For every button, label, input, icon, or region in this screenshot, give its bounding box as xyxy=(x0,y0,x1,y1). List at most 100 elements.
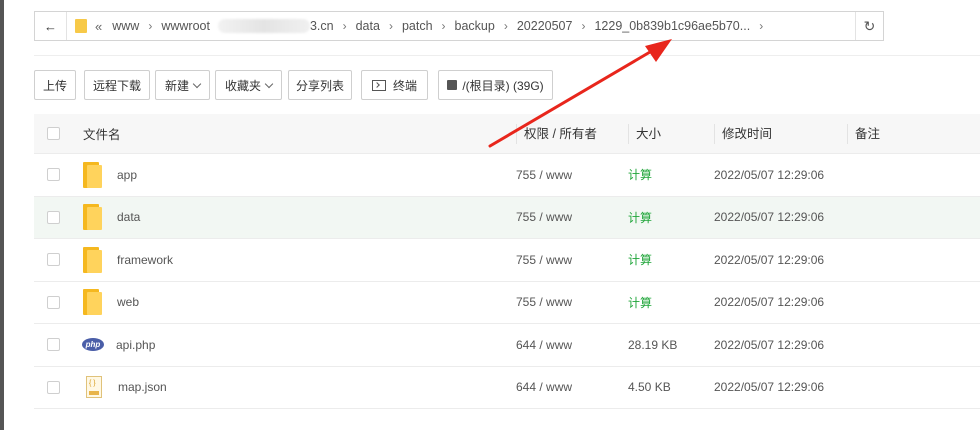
table-row[interactable]: php api.php 644 / www 28.19 KB 2022/05/07… xyxy=(34,324,980,367)
breadcrumb-item-current[interactable]: 1229_0b839b1c96ae5b70... xyxy=(594,19,750,33)
breadcrumb-item-patch[interactable]: patch xyxy=(402,19,433,33)
column-header-mtime[interactable]: 修改时间 xyxy=(714,123,847,145)
file-perm[interactable]: 755 / www xyxy=(516,295,628,309)
share-list-button[interactable]: 分享列表 xyxy=(288,70,352,100)
file-mtime: 2022/05/07 12:29:06 xyxy=(714,210,825,225)
column-divider xyxy=(516,124,517,145)
file-perm[interactable]: 755 / www xyxy=(516,168,628,182)
table-row[interactable]: web 755 / www 计算 2022/05/07 12:29:06 xyxy=(34,282,980,324)
breadcrumb-item-data[interactable]: data xyxy=(356,19,380,33)
table-row[interactable]: app 755 / www 计算 2022/05/07 12:29:06 xyxy=(34,154,980,197)
back-button[interactable]: ← xyxy=(35,12,67,40)
share-list-label: 分享列表 xyxy=(295,78,344,93)
file-name[interactable]: app xyxy=(117,168,137,182)
file-table: 文件名 权限 / 所有者 大小 修改时间 备注 app 755 / www 计算… xyxy=(34,114,980,409)
breadcrumb-item-backup[interactable]: backup xyxy=(455,19,495,33)
calc-size-link[interactable]: 计算 xyxy=(628,209,714,226)
breadcrumb-item-date[interactable]: 20220507 xyxy=(517,19,573,33)
file-size: 4.50 KB xyxy=(628,380,671,395)
folder-icon xyxy=(83,246,103,273)
favorites-dropdown-button[interactable]: 收藏夹 xyxy=(215,70,282,100)
file-perm[interactable]: 644 / www xyxy=(516,338,628,352)
column-header-size[interactable]: 大小 xyxy=(628,123,714,145)
window-left-edge xyxy=(0,0,4,430)
upload-button[interactable]: 上传 xyxy=(34,70,76,100)
breadcrumb-item-www[interactable]: www xyxy=(112,19,139,33)
file-mtime: 2022/05/07 12:29:06 xyxy=(714,337,825,352)
table-row[interactable]: map.json 644 / www 4.50 KB 2022/05/07 12… xyxy=(34,367,980,409)
file-name[interactable]: api.php xyxy=(116,338,155,352)
refresh-icon: ↻ xyxy=(863,17,876,34)
folder-icon xyxy=(75,19,87,33)
refresh-button[interactable]: ↻ xyxy=(855,12,883,40)
row-checkbox[interactable] xyxy=(47,338,60,352)
column-divider xyxy=(847,124,848,145)
new-dropdown-button[interactable]: 新建 xyxy=(155,70,210,100)
redacted-text xyxy=(217,19,310,33)
folder-icon xyxy=(83,161,103,188)
column-divider xyxy=(628,124,629,145)
column-divider xyxy=(714,124,715,145)
file-name[interactable]: web xyxy=(117,295,139,309)
file-perm[interactable]: 644 / www xyxy=(516,380,628,394)
file-name[interactable]: framework xyxy=(117,253,173,267)
remote-download-label: 远程下载 xyxy=(92,78,141,93)
disk-button[interactable]: /(根目录) (39G) xyxy=(438,70,553,100)
row-checkbox[interactable] xyxy=(47,295,60,309)
disk-icon xyxy=(447,80,458,90)
file-name[interactable]: data xyxy=(117,210,140,224)
breadcrumb-separator: › xyxy=(759,19,764,33)
table-row[interactable]: framework 755 / www 计算 2022/05/07 12:29:… xyxy=(34,239,980,282)
file-mtime: 2022/05/07 12:29:06 xyxy=(714,167,825,182)
column-header-note-label: 备注 xyxy=(855,126,881,141)
favorites-label: 收藏夹 xyxy=(224,78,261,93)
column-header-size-label: 大小 xyxy=(636,126,662,141)
folder-icon xyxy=(83,204,103,231)
php-file-icon: php xyxy=(82,338,104,352)
calc-size-link[interactable]: 计算 xyxy=(628,294,714,311)
column-header-mtime-label: 修改时间 xyxy=(722,126,773,141)
terminal-icon xyxy=(371,79,386,91)
breadcrumb-separator: › xyxy=(503,19,508,33)
disk-label: /(根目录) (39G) xyxy=(462,78,544,93)
breadcrumb-item-domain[interactable]: 3.cn xyxy=(310,19,334,33)
upload-button-label: 上传 xyxy=(42,78,67,93)
breadcrumb-separator: › xyxy=(441,19,446,33)
file-mtime: 2022/05/07 12:29:06 xyxy=(714,252,825,267)
table-row[interactable]: data 755 / www 计算 2022/05/07 12:29:06 xyxy=(34,196,980,239)
calc-size-link[interactable]: 计算 xyxy=(628,251,714,268)
arrow-left-icon: ← xyxy=(44,18,57,34)
table-header: 文件名 权限 / 所有者 大小 修改时间 备注 xyxy=(34,114,980,154)
column-header-note: 备注 xyxy=(847,123,980,145)
json-file-icon xyxy=(86,376,102,399)
row-checkbox[interactable] xyxy=(47,210,60,224)
breadcrumb-item-wwwroot[interactable]: wwwroot xyxy=(161,19,210,33)
breadcrumb-separator: › xyxy=(581,19,586,33)
breadcrumb-separator: › xyxy=(342,19,347,33)
file-mtime: 2022/05/07 12:29:06 xyxy=(714,295,825,310)
chevron-down-icon xyxy=(192,79,202,88)
column-header-name[interactable]: 文件名 xyxy=(83,124,516,143)
new-label: 新建 xyxy=(164,78,189,93)
breadcrumb-collapse-icon[interactable]: « xyxy=(95,19,102,34)
breadcrumb: « www › wwwroot 3.cn › data › patch › ba… xyxy=(67,12,855,40)
breadcrumb-separator: › xyxy=(148,19,153,33)
divider xyxy=(34,55,980,56)
select-all-checkbox[interactable] xyxy=(47,127,60,140)
remote-download-button[interactable]: 远程下载 xyxy=(84,70,150,100)
file-mtime: 2022/05/07 12:29:06 xyxy=(714,380,825,395)
file-perm[interactable]: 755 / www xyxy=(516,253,628,267)
file-name[interactable]: map.json xyxy=(118,380,167,394)
file-perm[interactable]: 755 / www xyxy=(516,210,628,224)
row-checkbox[interactable] xyxy=(47,168,60,182)
column-header-perm-label: 权限 / 所有者 xyxy=(524,126,597,141)
terminal-button[interactable]: 终端 xyxy=(361,70,428,100)
folder-icon xyxy=(83,289,103,316)
row-checkbox[interactable] xyxy=(47,253,60,267)
breadcrumb-separator: › xyxy=(388,19,393,33)
terminal-label: 终端 xyxy=(392,78,417,93)
path-bar: ← « www › wwwroot 3.cn › data › patch › … xyxy=(34,11,884,41)
column-header-perm[interactable]: 权限 / 所有者 xyxy=(516,123,628,145)
row-checkbox[interactable] xyxy=(47,380,60,394)
calc-size-link[interactable]: 计算 xyxy=(628,166,714,183)
